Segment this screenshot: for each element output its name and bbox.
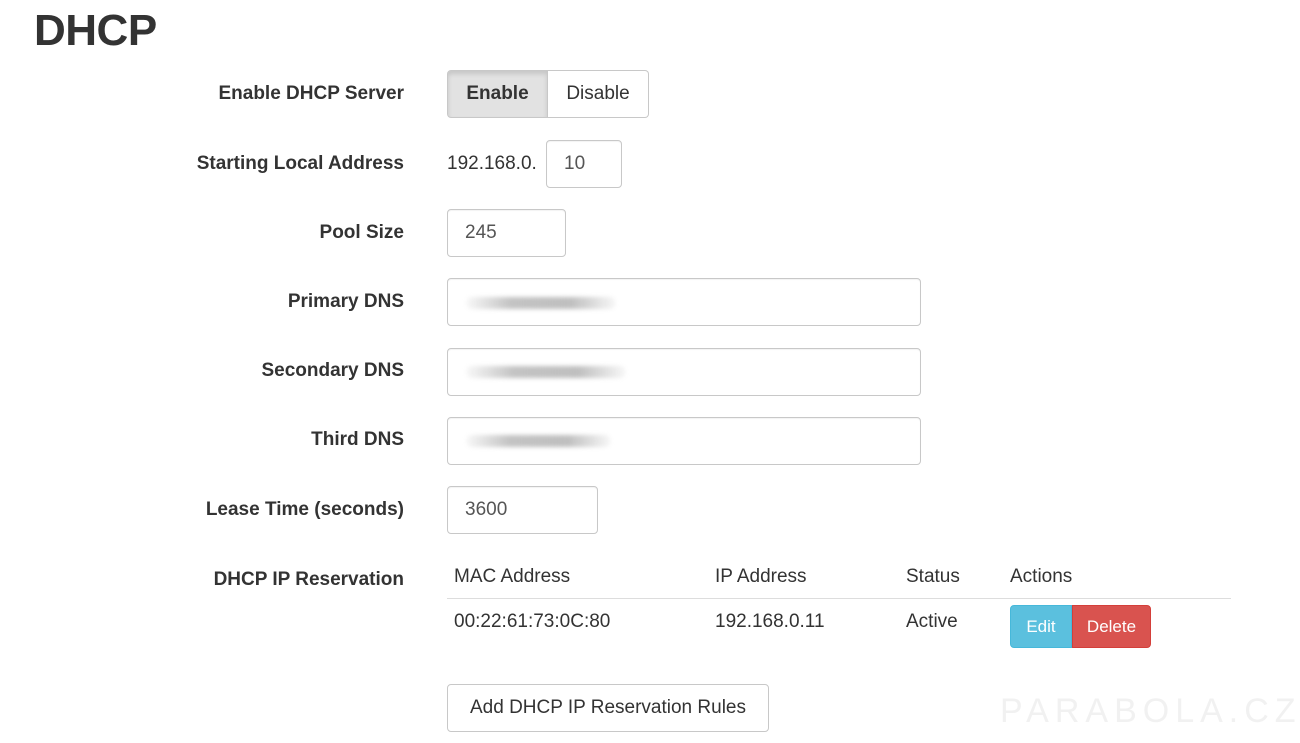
primary-dns-input[interactable]	[447, 278, 921, 326]
third-dns-label: Third DNS	[311, 429, 404, 450]
lease-time-input[interactable]: 3600	[447, 486, 598, 534]
enable-button[interactable]: Enable	[447, 70, 548, 118]
row-status: Active	[906, 611, 958, 632]
third-dns-input[interactable]	[447, 417, 921, 465]
page-title: DHCP	[34, 6, 157, 55]
enable-dhcp-label: Enable DHCP Server	[218, 83, 404, 104]
enable-dhcp-toggle: Enable Disable	[447, 70, 649, 118]
secondary-dns-input[interactable]	[447, 348, 921, 396]
primary-dns-label: Primary DNS	[287, 291, 404, 312]
row-ip: 192.168.0.11	[715, 611, 825, 632]
pool-size-input[interactable]: 245	[447, 209, 566, 257]
table-header: MAC Address IP Address Status Actions	[447, 556, 1231, 599]
disable-button[interactable]: Disable	[548, 70, 649, 118]
redacted-value	[466, 366, 626, 378]
watermark: PARABOLA.CZ	[1000, 692, 1300, 730]
secondary-dns-label: Secondary DNS	[261, 360, 404, 381]
redacted-value	[466, 297, 616, 309]
start-address-prefix: 192.168.0.	[447, 153, 537, 174]
start-address-label: Starting Local Address	[196, 153, 404, 174]
pool-size-label: Pool Size	[319, 222, 404, 243]
column-actions: Actions	[1010, 566, 1073, 587]
start-address-input[interactable]: 10	[546, 140, 622, 188]
edit-button[interactable]: Edit	[1010, 605, 1072, 648]
row-mac: 00:22:61:73:0C:80	[454, 611, 611, 632]
delete-button[interactable]: Delete	[1072, 605, 1151, 648]
reservation-label: DHCP IP Reservation	[213, 569, 404, 590]
column-status: Status	[906, 566, 960, 587]
redacted-value	[466, 435, 611, 447]
column-ip: IP Address	[715, 566, 807, 587]
lease-time-label: Lease Time (seconds)	[205, 499, 404, 520]
column-mac: MAC Address	[454, 566, 571, 587]
add-reservation-button[interactable]: Add DHCP IP Reservation Rules	[447, 684, 769, 732]
reservation-table: MAC Address IP Address Status Actions 00…	[447, 556, 1231, 657]
